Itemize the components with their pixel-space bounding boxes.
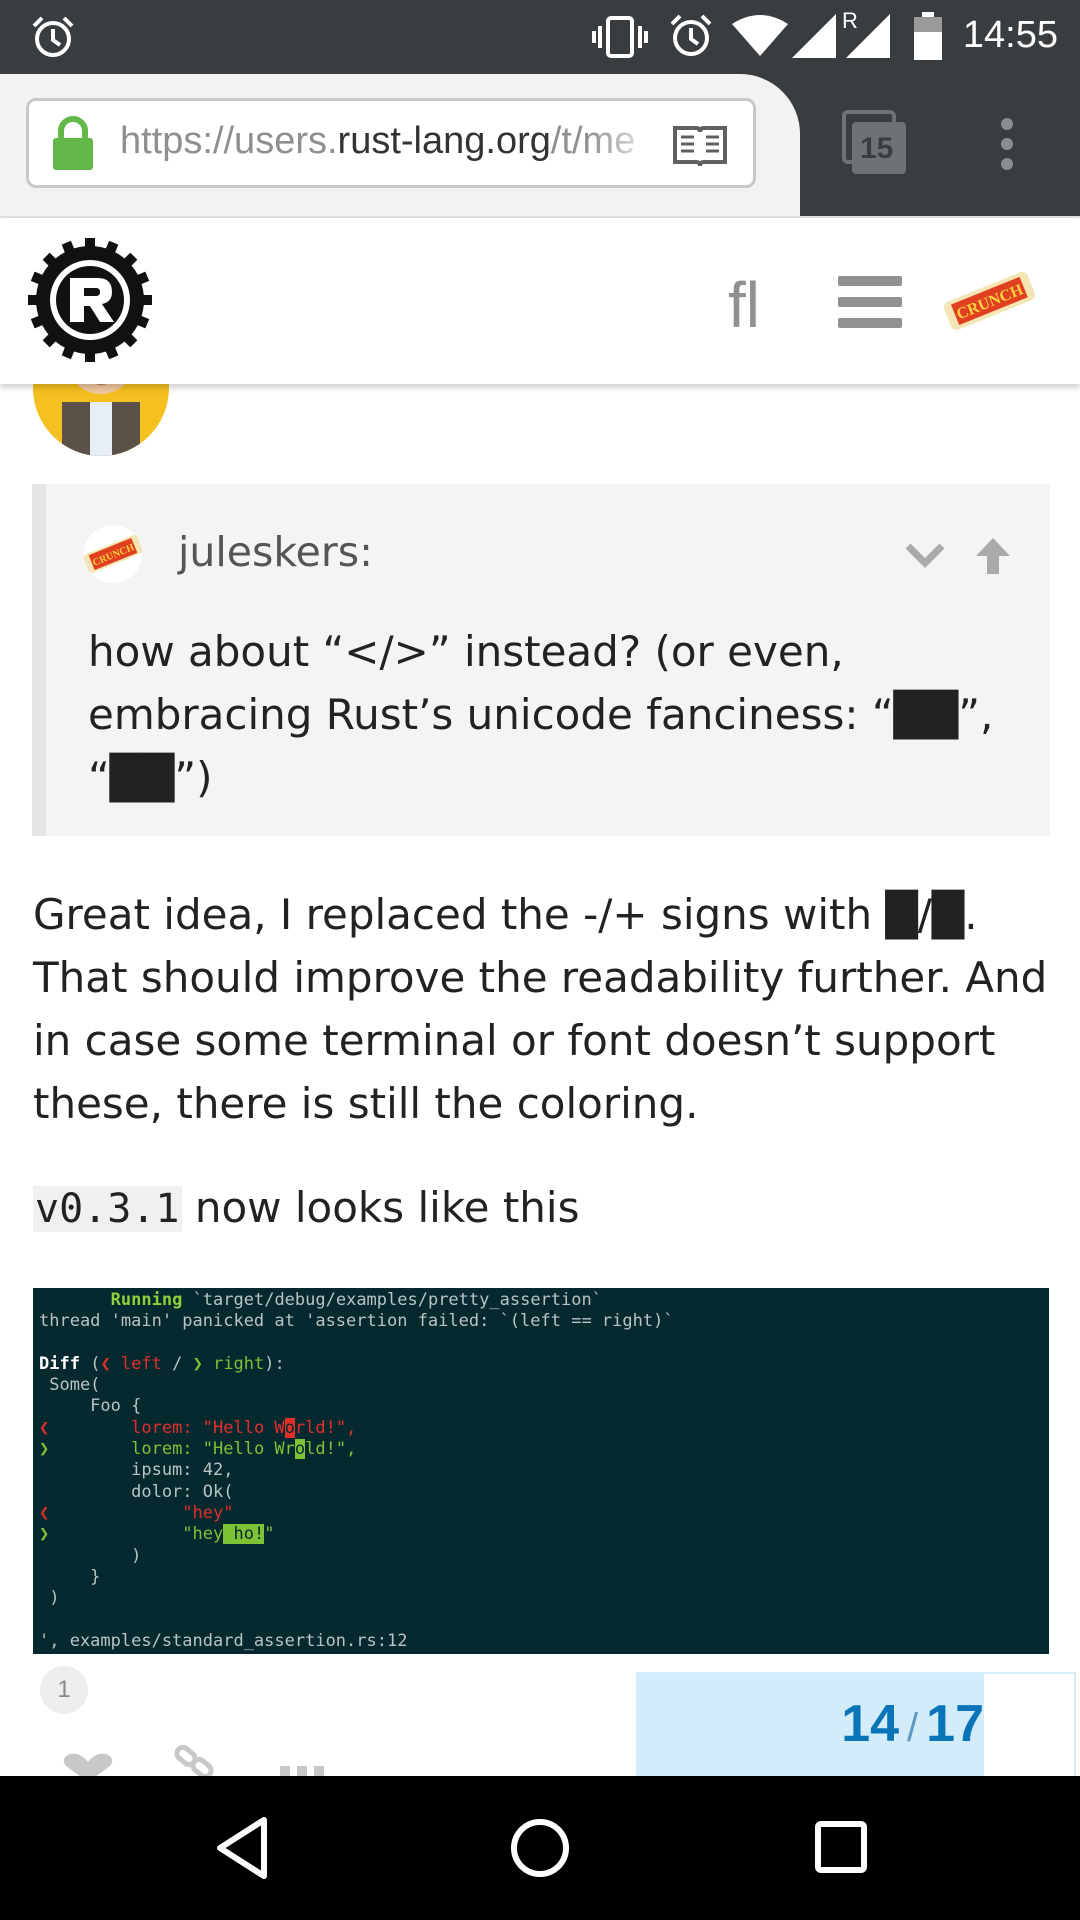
topic-progress-text: 14/17 [841, 1695, 984, 1753]
navigation-bar [0, 1776, 1080, 1920]
reply-count-badge[interactable]: 1 [40, 1666, 88, 1714]
recents-icon[interactable] [814, 1820, 868, 1874]
signal-icon [792, 14, 836, 58]
quote-text: how about “</>” instead? (or even, embra… [88, 627, 994, 802]
alarm-status-icon [670, 14, 712, 56]
terminal-output: Running `target/debug/examples/pretty_as… [39, 1290, 674, 1651]
status-bar: R 14:55 [0, 0, 1080, 74]
tab-switcher-button[interactable]: 15 [842, 110, 908, 176]
search-icon[interactable]: fl [728, 268, 760, 342]
battery-icon [914, 12, 942, 60]
lock-icon[interactable] [50, 116, 96, 170]
more-actions-icon[interactable] [280, 1764, 326, 1776]
progress-total: 17 [926, 1695, 984, 1753]
alarm-icon [32, 16, 74, 57]
url-text[interactable]: https://users.rust-lang.org/t/me [120, 120, 640, 170]
link-icon[interactable] [172, 1744, 218, 1776]
user-avatar[interactable]: CRUNCH [940, 262, 1038, 338]
vibrate-icon [592, 16, 648, 58]
quote-username[interactable]: juleskers: [178, 528, 373, 576]
hamburger-menu-icon[interactable] [838, 276, 902, 328]
overflow-menu-icon[interactable] [996, 116, 1018, 172]
back-icon[interactable] [214, 1816, 270, 1880]
reader-mode-icon[interactable] [672, 124, 728, 168]
version-suffix: now looks like this [181, 1183, 580, 1232]
home-icon[interactable] [510, 1818, 570, 1878]
terminal-screenshot[interactable]: Running `target/debug/examples/pretty_as… [33, 1288, 1049, 1654]
arrow-up-icon[interactable] [972, 534, 1014, 576]
rust-logo[interactable] [28, 238, 152, 362]
version-line: v0.3.1 now looks like this [33, 1178, 1053, 1239]
tab-count: 15 [860, 132, 894, 165]
signal-roaming-icon [846, 14, 890, 58]
chevron-down-icon[interactable] [904, 540, 946, 570]
post-paragraph: Great idea, I replaced the -/+ signs wit… [33, 890, 1048, 1128]
progress-current: 14 [841, 1695, 900, 1753]
url-fade [590, 104, 660, 182]
version-code: v0.3.1 [33, 1186, 182, 1232]
site-header: fl CRUNCH [0, 218, 1080, 384]
wifi-icon [732, 15, 788, 56]
quote-avatar[interactable]: CRUNCH [82, 524, 144, 584]
like-heart-icon[interactable] [60, 1752, 116, 1776]
status-time: 14:55 [962, 14, 1058, 56]
